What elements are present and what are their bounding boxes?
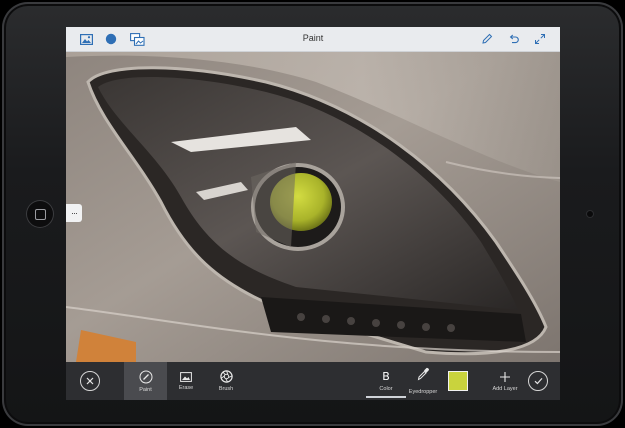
eyedropper-tool[interactable]: Eyedropper [406, 362, 440, 400]
tool-erase-label: Erase [178, 384, 194, 391]
add-layer-button[interactable]: Add Layer [488, 362, 522, 400]
color-tool-underline [366, 396, 406, 398]
color-tool-label: Color [379, 386, 393, 392]
aperture-icon [219, 370, 233, 383]
expand-icon[interactable] [532, 31, 548, 47]
color-swatch-button[interactable] [447, 362, 469, 400]
front-camera [587, 211, 593, 217]
cancel-button[interactable] [80, 371, 100, 391]
confirm-button[interactable] [528, 371, 548, 391]
eyedropper-label: Eyedropper [408, 389, 438, 395]
tool-paint-label: Paint [139, 386, 152, 393]
color-letter: B [382, 370, 390, 383]
add-layer-label: Add Layer [492, 385, 518, 392]
undo-icon[interactable] [506, 31, 522, 47]
photo-canvas[interactable] [66, 52, 560, 362]
bottom-toolbar: Paint Erase Brush B Color Eyedropper Add… [66, 362, 560, 400]
check-circle-icon [534, 377, 542, 385]
paint-brush-icon [139, 370, 152, 383]
color-swatch [448, 371, 468, 391]
tool-brush[interactable]: Brush [212, 362, 240, 400]
eraser-icon [180, 371, 192, 382]
home-button[interactable] [26, 200, 54, 228]
top-bar: Paint [66, 27, 560, 52]
tool-paint[interactable]: Paint [124, 362, 167, 400]
close-circle-icon [86, 377, 94, 385]
eyedropper-icon [417, 367, 429, 381]
tool-erase[interactable]: Erase [172, 362, 200, 400]
color-tool[interactable]: B Color [368, 362, 404, 400]
home-square-icon [34, 208, 46, 220]
plus-icon [500, 371, 510, 382]
pencil-icon[interactable] [479, 31, 495, 47]
side-panel-handle[interactable]: ··· [66, 204, 82, 222]
app-screen: Paint ··· Paint Erase Brush B Color Eyed… [66, 27, 560, 400]
tool-brush-label: Brush [218, 386, 234, 392]
